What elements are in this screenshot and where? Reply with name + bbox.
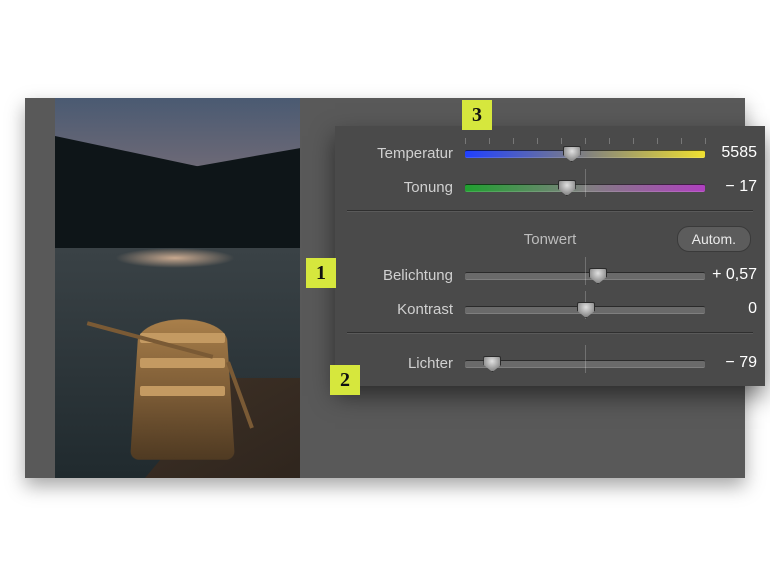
temperature-slider[interactable]: [465, 145, 705, 161]
exposure-value[interactable]: + 0,57: [705, 266, 765, 284]
contrast-value[interactable]: 0: [705, 300, 765, 318]
temperature-handle[interactable]: [563, 146, 581, 162]
exposure-slider[interactable]: [465, 267, 705, 283]
exposure-row: Belichtung + 0,57: [335, 258, 765, 292]
editor-stage: Temperatur 5585 Tonung − 17 Tonwert Auto…: [25, 98, 745, 478]
separator: [347, 332, 753, 334]
tone-section-header: Tonwert Autom.: [335, 222, 765, 256]
tint-slider[interactable]: [465, 179, 705, 195]
exposure-label: Belichtung: [335, 267, 465, 284]
highlights-slider[interactable]: [465, 355, 705, 371]
contrast-handle[interactable]: [577, 302, 595, 318]
highlights-handle[interactable]: [483, 356, 501, 372]
contrast-label: Kontrast: [335, 301, 465, 318]
basic-adjustments-panel: Temperatur 5585 Tonung − 17 Tonwert Auto…: [335, 126, 765, 386]
contrast-row: Kontrast 0: [335, 292, 765, 326]
temperature-label: Temperatur: [335, 145, 465, 162]
separator: [347, 210, 753, 212]
highlights-value[interactable]: − 79: [705, 354, 765, 372]
tint-row: Tonung − 17: [335, 170, 765, 204]
contrast-slider[interactable]: [465, 301, 705, 317]
tint-handle[interactable]: [558, 180, 576, 196]
temperature-value[interactable]: 5585: [705, 144, 765, 162]
annotation-2: 2: [330, 365, 360, 395]
preview-image: [55, 98, 300, 478]
highlights-row: Lichter − 79: [335, 346, 765, 380]
tint-value[interactable]: − 17: [705, 178, 765, 196]
annotation-1: 1: [306, 258, 336, 288]
auto-button[interactable]: Autom.: [677, 226, 751, 252]
annotation-3: 3: [462, 100, 492, 130]
temperature-row: Temperatur 5585: [335, 136, 765, 170]
exposure-handle[interactable]: [589, 268, 607, 284]
tint-label: Tonung: [335, 179, 465, 196]
